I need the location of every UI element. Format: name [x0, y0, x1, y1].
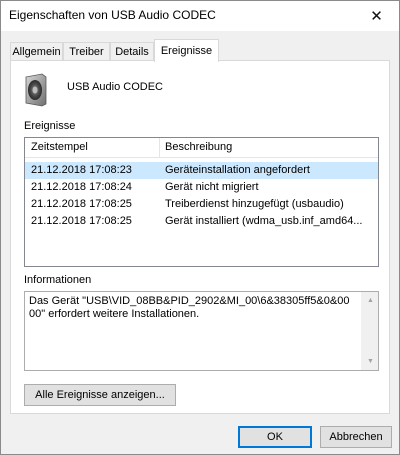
info-label: Informationen — [24, 274, 92, 286]
tab-label: Treiber — [69, 46, 104, 58]
table-row[interactable]: 21.12.2018 17:08:25 Gerät installiert (w… — [25, 213, 378, 230]
tab-label: Allgemein — [12, 46, 61, 58]
info-textbox[interactable]: Das Gerät "USB\VID_08BB&PID_2902&MI_00\6… — [24, 291, 379, 371]
info-text: Das Gerät "USB\VID_08BB&PID_2902&MI_00\6… — [29, 295, 350, 320]
speaker-icon — [25, 73, 47, 107]
scroll-down-arrow-icon[interactable]: ▼ — [362, 353, 379, 370]
properties-dialog: Eigenschaften von USB Audio CODEC ✕ Allg… — [0, 0, 400, 455]
timestamp-cell: 21.12.2018 17:08:23 — [31, 164, 132, 176]
column-divider[interactable] — [159, 138, 160, 158]
tab-label: Ereignisse — [160, 45, 213, 57]
column-header-timestamp[interactable]: Zeitstempel — [31, 141, 88, 153]
button-label: OK — [267, 431, 283, 443]
tab-details[interactable]: Details — [110, 42, 154, 61]
title-bar[interactable]: Eigenschaften von USB Audio CODEC ✕ — [1, 1, 399, 31]
description-cell: Gerät nicht migriert — [165, 181, 259, 193]
timestamp-cell: 21.12.2018 17:08:25 — [31, 198, 132, 210]
tab-label: Details — [115, 46, 149, 58]
tab-ereignisse[interactable]: Ereignisse — [154, 39, 219, 62]
info-scrollbar[interactable]: ▲ ▼ — [361, 292, 378, 370]
list-header: Zeitstempel Beschreibung — [25, 138, 378, 158]
tab-treiber[interactable]: Treiber — [63, 42, 110, 61]
device-name: USB Audio CODEC — [67, 81, 163, 93]
events-label: Ereignisse — [24, 120, 76, 132]
cancel-button[interactable]: Abbrechen — [320, 426, 392, 448]
table-row[interactable]: 21.12.2018 17:08:24 Gerät nicht migriert — [25, 179, 378, 196]
description-cell: Treiberdienst hinzugefügt (usbaudio) — [165, 198, 344, 210]
events-list[interactable]: Zeitstempel Beschreibung 21.12.2018 17:0… — [24, 137, 379, 267]
ok-button[interactable]: OK — [238, 426, 312, 448]
window-title: Eigenschaften von USB Audio CODEC — [9, 8, 216, 22]
close-icon: ✕ — [370, 8, 383, 25]
show-all-events-button[interactable]: Alle Ereignisse anzeigen... — [24, 384, 176, 406]
button-label: Abbrechen — [329, 431, 383, 443]
tab-panel-ereignisse: USB Audio CODEC Ereignisse Zeitstempel B… — [10, 60, 390, 414]
table-row[interactable]: 21.12.2018 17:08:25 Treiberdienst hinzug… — [25, 196, 378, 213]
table-row[interactable]: 21.12.2018 17:08:23 Geräteinstallation a… — [25, 162, 378, 179]
description-cell: Geräteinstallation angefordert — [165, 164, 310, 176]
description-cell: Gerät installiert (wdma_usb.inf_amd64... — [165, 215, 363, 227]
tab-allgemein[interactable]: Allgemein — [10, 42, 63, 61]
timestamp-cell: 21.12.2018 17:08:24 — [31, 181, 132, 193]
scroll-up-arrow-icon[interactable]: ▲ — [362, 292, 379, 309]
button-label: Alle Ereignisse anzeigen... — [35, 389, 165, 401]
timestamp-cell: 21.12.2018 17:08:25 — [31, 215, 132, 227]
close-button[interactable]: ✕ — [354, 1, 399, 31]
column-header-description[interactable]: Beschreibung — [165, 141, 232, 153]
